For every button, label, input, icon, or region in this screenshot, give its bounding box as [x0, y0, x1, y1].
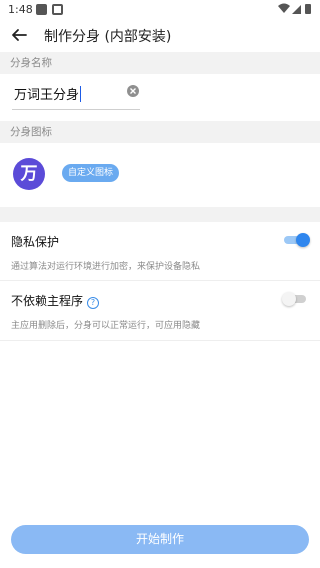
- independent-title-text: 不依赖主程序: [11, 294, 84, 308]
- toggle-knob: [282, 292, 296, 306]
- text-caret: [80, 86, 82, 102]
- clone-icon-label: 分身图标: [0, 121, 320, 143]
- notification-icon-2: [52, 4, 63, 15]
- page-title: 制作分身 (内部安装): [44, 29, 172, 45]
- clone-name-text: 万词王分身: [14, 88, 80, 103]
- section-gap: [0, 207, 320, 222]
- clone-icon-row: 万 自定义图标: [0, 143, 320, 207]
- wifi-icon: [278, 3, 290, 13]
- battery-icon: [305, 4, 311, 14]
- notification-icon: [36, 4, 47, 15]
- input-underline: [12, 109, 140, 110]
- app-bar: 制作分身 (内部安装): [0, 20, 320, 52]
- status-bar: 1:48: [0, 0, 320, 20]
- app-logo-icon[interactable]: 万: [13, 158, 45, 190]
- help-icon[interactable]: ?: [87, 297, 100, 309]
- independent-description: 主应用删除后，分身可以正常运行，可应用隐藏: [11, 321, 201, 331]
- toggle-knob: [296, 233, 310, 247]
- custom-icon-button[interactable]: 自定义图标: [62, 164, 120, 182]
- independent-setting: 不依赖主程序? 主应用删除后，分身可以正常运行，可应用隐藏: [0, 281, 320, 341]
- privacy-toggle[interactable]: [284, 233, 310, 247]
- back-arrow-icon[interactable]: [8, 24, 30, 46]
- system-icons: [278, 3, 312, 15]
- clone-name-input[interactable]: 万词王分身: [14, 84, 82, 103]
- privacy-setting: 隐私保护 通过算法对运行环境进行加密，来保护设备隐私: [0, 222, 320, 281]
- signal-icon: [292, 5, 301, 14]
- start-making-button[interactable]: 开始制作: [11, 525, 309, 554]
- independent-toggle[interactable]: [282, 292, 306, 306]
- privacy-title: 隐私保护: [11, 235, 60, 249]
- status-time: 1:48: [8, 3, 33, 16]
- divider: [0, 340, 320, 341]
- clone-name-row: 万词王分身: [0, 74, 320, 121]
- clear-input-icon[interactable]: [126, 84, 140, 98]
- privacy-description: 通过算法对运行环境进行加密，来保护设备隐私: [11, 262, 201, 272]
- clone-name-label: 分身名称: [0, 52, 320, 74]
- independent-title: 不依赖主程序?: [11, 292, 100, 309]
